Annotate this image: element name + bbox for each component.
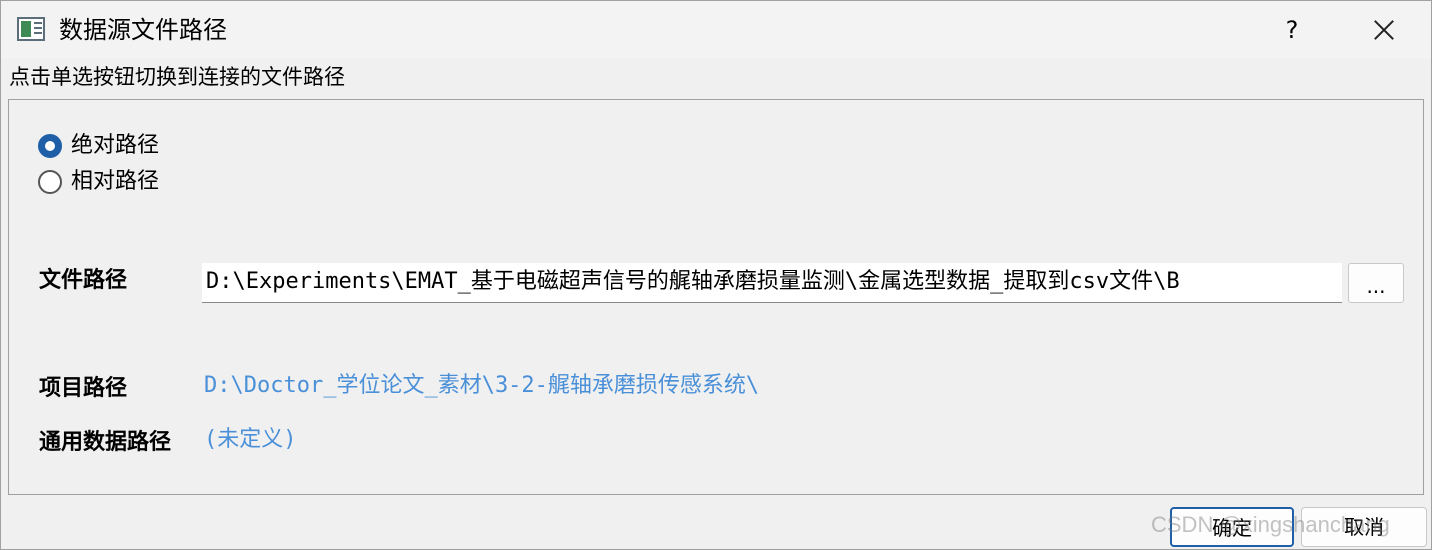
close-icon[interactable] (1361, 11, 1407, 49)
help-button[interactable]: ? (1269, 11, 1315, 49)
file-path-dialog: 数据源文件路径 ? 点击单选按钮切换到连接的文件路径 绝对路径 相对路径 文件路… (0, 0, 1432, 550)
app-window-icon (17, 17, 45, 41)
title-bar: 数据源文件路径 ? (1, 1, 1431, 59)
common-data-path-label: 通用数据路径 (39, 430, 172, 455)
browse-button[interactable]: ... (1348, 263, 1404, 303)
absolute-path-label[interactable]: 绝对路径 (71, 131, 159, 161)
instruction-text: 点击单选按钮切换到连接的文件路径 (9, 65, 345, 89)
dialog-title: 数据源文件路径 (59, 16, 227, 44)
csdn-watermark: CSDN @xingshanchang (1151, 512, 1390, 537)
relative-path-radio[interactable] (37, 169, 63, 195)
relative-path-label[interactable]: 相对路径 (71, 167, 159, 197)
file-path-label: 文件路径 (39, 268, 128, 293)
common-data-path-value[interactable]: (未定义) (204, 425, 297, 455)
file-path-input[interactable]: D:\Experiments\EMAT_基于电磁超声信号的艉轴承磨损量监测\金属… (202, 263, 1342, 303)
absolute-path-radio[interactable] (37, 133, 63, 159)
project-path-label: 项目路径 (39, 376, 128, 401)
project-path-value[interactable]: D:\Doctor_学位论文_素材\3-2-艉轴承磨损传感系统\ (204, 371, 759, 401)
